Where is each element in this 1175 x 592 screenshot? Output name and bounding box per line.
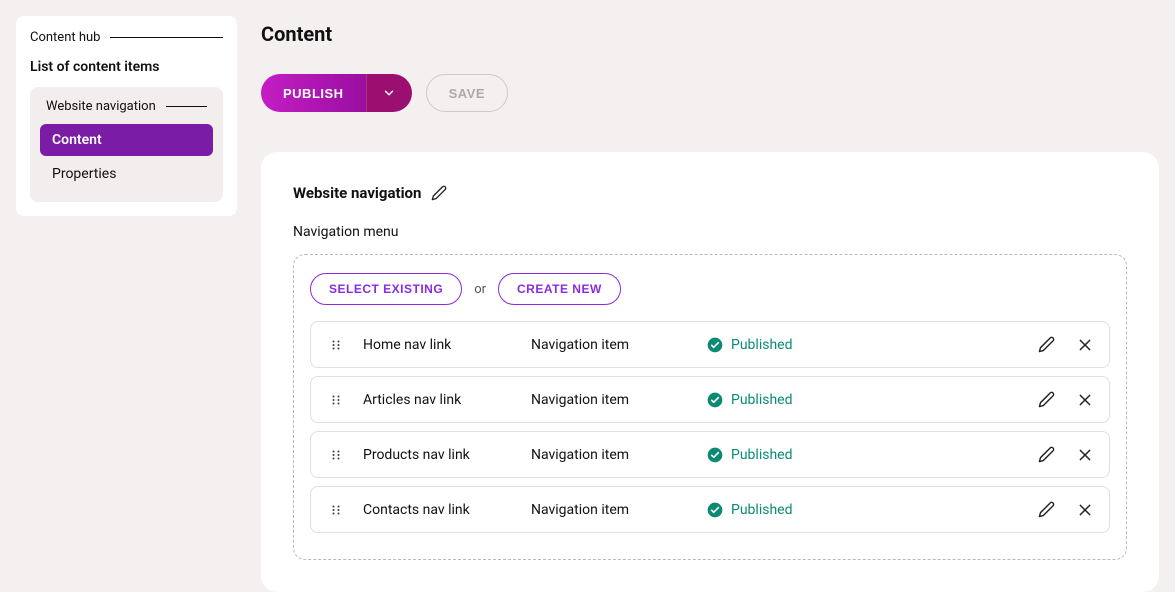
close-icon — [1077, 392, 1093, 408]
edit-item-button[interactable] — [1038, 501, 1055, 518]
list-item: Home nav link Navigation item Published — [310, 321, 1110, 368]
breadcrumb-label: Content hub — [30, 30, 100, 45]
item-status: Published — [707, 502, 1038, 518]
divider — [110, 37, 223, 38]
or-label: or — [474, 282, 486, 297]
check-circle-icon — [707, 392, 723, 408]
create-new-button[interactable]: CREATE NEW — [498, 273, 621, 305]
list-item: Articles nav link Navigation item Publis… — [310, 376, 1110, 423]
close-icon — [1077, 447, 1093, 463]
item-type: Navigation item — [531, 502, 707, 518]
pencil-icon — [1038, 501, 1055, 518]
item-name: Products nav link — [363, 447, 531, 463]
field-label: Navigation menu — [293, 224, 1127, 240]
pencil-icon — [1038, 391, 1055, 408]
publish-button[interactable]: PUBLISH — [261, 74, 366, 112]
remove-item-button[interactable] — [1077, 336, 1093, 353]
item-type: Navigation item — [531, 337, 707, 353]
sidebar: Content hub List of content items Websit… — [16, 16, 237, 216]
check-circle-icon — [707, 447, 723, 463]
item-status-label: Published — [731, 337, 792, 353]
item-status-label: Published — [731, 447, 792, 463]
chevron-down-icon — [382, 86, 396, 100]
pencil-icon — [1038, 336, 1055, 353]
item-status: Published — [707, 447, 1038, 463]
edit-title-button[interactable] — [431, 185, 447, 201]
content-card: Website navigation Navigation menu SELEC… — [261, 152, 1159, 592]
remove-item-button[interactable] — [1077, 501, 1093, 518]
main: Content PUBLISH SAVE Website navigation — [261, 16, 1159, 564]
pencil-icon — [1038, 446, 1055, 463]
sidebar-group: Website navigation Content Properties — [30, 87, 223, 202]
remove-item-button[interactable] — [1077, 391, 1093, 408]
sidebar-list-header: List of content items — [30, 59, 223, 75]
item-status: Published — [707, 392, 1038, 408]
action-bar: PUBLISH SAVE — [261, 74, 1159, 112]
sidebar-item-content[interactable]: Content — [40, 124, 213, 156]
check-circle-icon — [707, 502, 723, 518]
check-circle-icon — [707, 337, 723, 353]
sidebar-item-label: Properties — [52, 166, 116, 182]
sidebar-group-label: Website navigation — [46, 99, 156, 114]
drag-handle-icon[interactable] — [327, 339, 345, 351]
item-actions — [1038, 446, 1093, 463]
linked-items-zone: SELECT EXISTING or CREATE NEW Home nav l… — [293, 254, 1127, 560]
drag-handle-icon[interactable] — [327, 394, 345, 406]
item-type: Navigation item — [531, 447, 707, 463]
page-title: Content — [261, 22, 1159, 46]
item-name: Home nav link — [363, 337, 531, 353]
edit-item-button[interactable] — [1038, 391, 1055, 408]
publish-more-button[interactable] — [366, 74, 412, 112]
sidebar-item-properties[interactable]: Properties — [40, 158, 213, 190]
item-actions — [1038, 391, 1093, 408]
selector-row: SELECT EXISTING or CREATE NEW — [310, 273, 1110, 305]
items-list: Home nav link Navigation item Published — [310, 321, 1110, 533]
item-status-label: Published — [731, 502, 792, 518]
card-title: Website navigation — [293, 184, 421, 202]
sidebar-item-label: Content — [52, 132, 102, 148]
item-actions — [1038, 336, 1093, 353]
list-item: Contacts nav link Navigation item Publis… — [310, 486, 1110, 533]
divider — [166, 106, 207, 107]
close-icon — [1077, 502, 1093, 518]
card-header: Website navigation — [293, 184, 1127, 202]
pencil-icon — [431, 185, 447, 201]
save-button[interactable]: SAVE — [426, 74, 508, 112]
close-icon — [1077, 337, 1093, 353]
publish-button-group: PUBLISH — [261, 74, 412, 112]
item-status-label: Published — [731, 392, 792, 408]
edit-item-button[interactable] — [1038, 336, 1055, 353]
select-existing-button[interactable]: SELECT EXISTING — [310, 273, 462, 305]
breadcrumb: Content hub — [30, 30, 223, 45]
remove-item-button[interactable] — [1077, 446, 1093, 463]
item-status: Published — [707, 337, 1038, 353]
list-item: Products nav link Navigation item Publis… — [310, 431, 1110, 478]
item-actions — [1038, 501, 1093, 518]
drag-handle-icon[interactable] — [327, 449, 345, 461]
edit-item-button[interactable] — [1038, 446, 1055, 463]
item-name: Articles nav link — [363, 392, 531, 408]
drag-handle-icon[interactable] — [327, 504, 345, 516]
sidebar-group-header: Website navigation — [46, 99, 207, 114]
item-type: Navigation item — [531, 392, 707, 408]
item-name: Contacts nav link — [363, 502, 531, 518]
